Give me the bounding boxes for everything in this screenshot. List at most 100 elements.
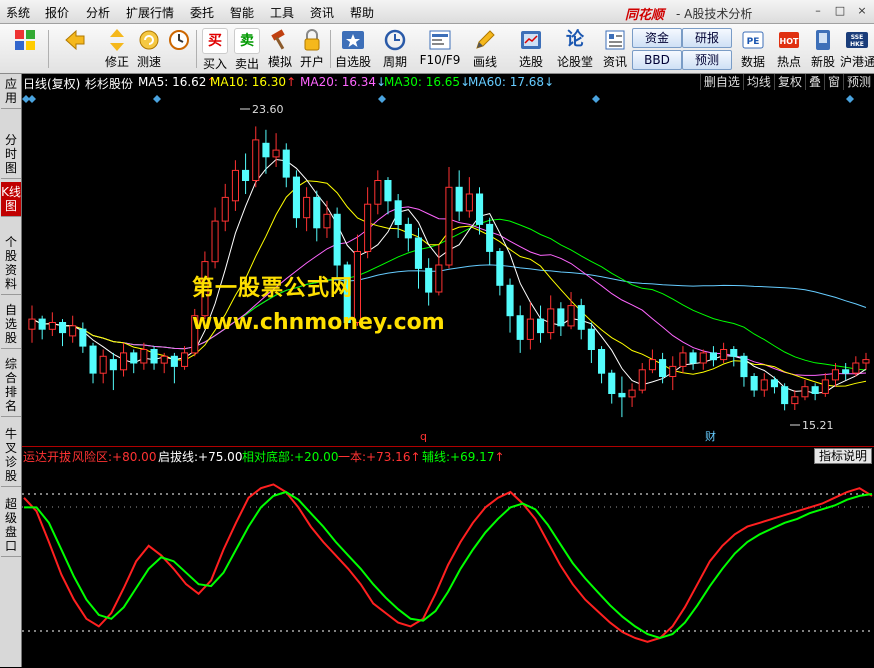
kline-chart[interactable]: 日线(复权) 杉杉股份 MA5: 16.62↑ MA10: 16.30↑ MA2… <box>22 74 874 446</box>
side-tab-orderbook[interactable]: 超级盘口 <box>1 494 21 557</box>
maximize-button[interactable]: □ <box>832 3 848 19</box>
shhk-connect-button[interactable]: SSE HKE 沪港通 <box>840 26 874 72</box>
menu-quote[interactable]: 报价 <box>45 4 69 21</box>
minimize-button[interactable]: – <box>810 3 826 19</box>
candle-body <box>130 352 138 364</box>
research-button[interactable]: 研报 <box>682 28 732 48</box>
candle <box>313 190 321 242</box>
candle <box>862 352 870 370</box>
svg-text:HKE: HKE <box>850 41 864 48</box>
candle-body <box>292 176 300 219</box>
candle <box>465 177 473 218</box>
candle <box>404 217 412 252</box>
candle-body <box>679 352 687 367</box>
candle <box>394 194 402 238</box>
candle-body <box>842 369 850 374</box>
candle <box>669 356 677 391</box>
side-tab-diagnose[interactable]: 牛叉诊股 <box>1 424 21 487</box>
back-button[interactable] <box>58 26 92 72</box>
menu-help[interactable]: 帮助 <box>350 4 374 21</box>
star-icon <box>341 28 365 52</box>
side-tab-profile[interactable]: 个股资料 <box>1 232 21 295</box>
event-marker <box>378 95 386 103</box>
candle-body <box>791 396 799 405</box>
candle <box>323 200 331 238</box>
open-account-button[interactable]: 开户 <box>295 26 329 72</box>
candle <box>557 302 565 336</box>
back-arrow-icon <box>63 28 87 52</box>
bbd-button[interactable]: BBD <box>632 50 682 70</box>
select-stock-icon <box>519 28 543 52</box>
clock-button[interactable] <box>162 26 196 72</box>
close-button[interactable]: × <box>854 3 870 19</box>
candle-body <box>120 352 128 371</box>
period-button[interactable]: 周期 <box>378 26 412 72</box>
menu-news[interactable]: 资讯 <box>310 4 334 21</box>
candle-body <box>547 308 555 334</box>
buy-button[interactable]: 买 买入 <box>198 26 232 72</box>
candle <box>150 346 158 370</box>
candle <box>486 217 494 265</box>
menu-analysis[interactable]: 分析 <box>86 4 110 21</box>
watchlist-button[interactable]: 自选股 <box>334 26 372 72</box>
candle <box>384 177 392 215</box>
candle-body <box>272 149 280 158</box>
candle-body <box>303 196 311 219</box>
f10-button[interactable]: F10/F9 <box>418 26 462 72</box>
candle <box>231 160 239 211</box>
speed-test-button[interactable]: 测速 <box>132 26 166 72</box>
funds-button[interactable]: 资金 <box>632 28 682 48</box>
candle-body <box>99 355 107 374</box>
candle-body <box>750 376 758 391</box>
draw-line-button[interactable]: 画线 <box>468 26 502 72</box>
data-button[interactable]: PE 数据 <box>736 26 770 72</box>
candle <box>598 346 606 384</box>
side-tab-kline[interactable]: K线图 <box>1 182 21 217</box>
news-button[interactable]: 资讯 <box>598 26 632 72</box>
candle <box>567 292 575 330</box>
candle <box>699 349 707 370</box>
hot-button[interactable]: HOT 热点 <box>772 26 806 72</box>
select-stock-button[interactable]: 选股 <box>514 26 548 72</box>
candle <box>99 349 107 384</box>
candle-body <box>720 349 728 361</box>
menu-extended[interactable]: 扩展行情 <box>126 4 174 21</box>
forecast-button[interactable]: 预测 <box>682 50 732 70</box>
side-tab-apps[interactable]: 应用 <box>1 74 21 109</box>
simulate-button[interactable]: 模拟 <box>263 26 297 72</box>
side-tab-ranking[interactable]: 综合排名 <box>1 354 21 417</box>
watermark-title: 第一股票公式网 <box>192 276 354 301</box>
menu-system[interactable]: 系统 <box>6 4 30 21</box>
new-stock-button[interactable]: 新股 <box>806 26 840 72</box>
sell-button[interactable]: 卖 卖出 <box>230 26 264 72</box>
fix-button[interactable]: 修正 <box>100 26 134 72</box>
candle <box>455 170 463 222</box>
menu-tools[interactable]: 工具 <box>270 4 294 21</box>
candle-body <box>557 308 565 327</box>
candle <box>28 305 36 343</box>
candle-body <box>689 352 697 364</box>
side-tab-intraday[interactable]: 分时图 <box>1 130 21 179</box>
candle-body <box>709 352 718 361</box>
candle <box>709 346 718 367</box>
forum-button[interactable]: 论 论股堂 <box>556 26 594 72</box>
candle-body <box>577 305 585 330</box>
side-tab-watchlist[interactable]: 自选股 <box>1 300 21 349</box>
menu-smart[interactable]: 智能 <box>230 4 254 21</box>
event-markers <box>22 95 854 103</box>
candle-body <box>89 345 97 374</box>
indicator-chart[interactable]: 运达开拔 风险区:+80.00 启拔线:+75.00 相对底部:+20.00 一… <box>22 446 874 667</box>
candle-body <box>587 328 595 350</box>
candle <box>760 373 768 397</box>
candle <box>79 322 87 353</box>
candle-body <box>313 196 321 229</box>
candle-body <box>506 284 514 317</box>
layout-button[interactable] <box>8 26 42 72</box>
candle <box>679 346 687 374</box>
candle-body <box>323 213 331 229</box>
menu-trade[interactable]: 委托 <box>190 4 214 21</box>
candle <box>689 349 697 370</box>
candle <box>130 349 138 374</box>
grid-icon <box>13 28 37 52</box>
candle <box>516 305 524 353</box>
